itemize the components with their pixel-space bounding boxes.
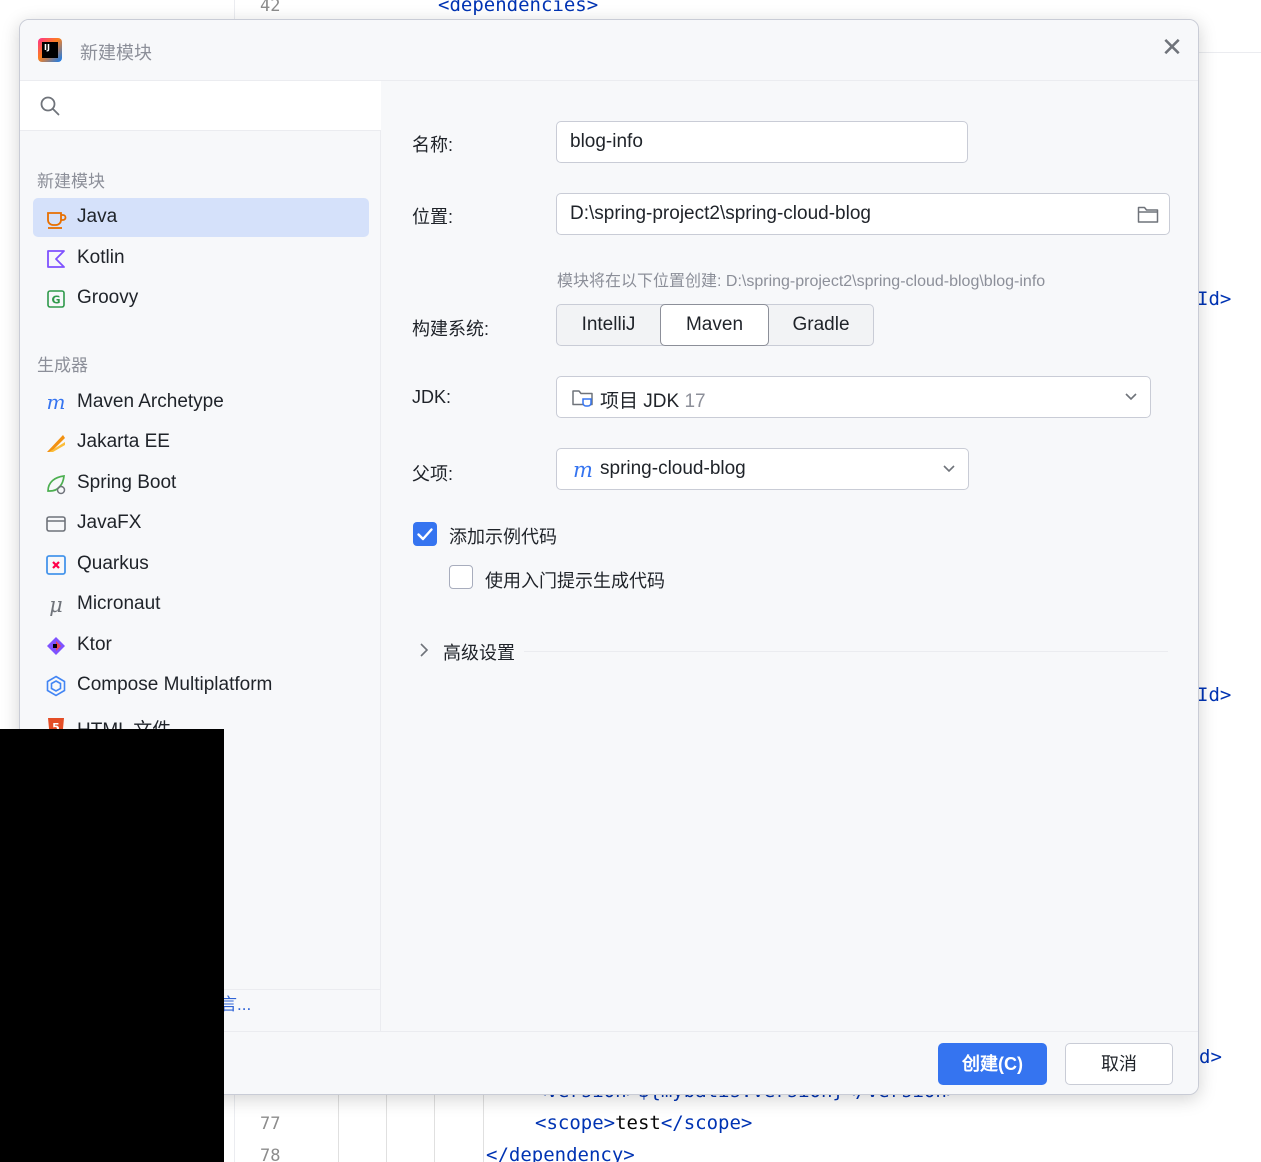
close-button[interactable]: ✕ — [1160, 35, 1184, 61]
dialog-titlebar[interactable]: IJ 新建模块 ✕ — [20, 20, 1198, 81]
code-line-77: <scope>test</scope> — [535, 1112, 753, 1134]
sidebar-item-label: Spring Boot — [77, 472, 177, 493]
jdk-label: JDK: — [412, 387, 452, 407]
sidebar-item-spring-boot[interactable]: Spring Boot — [33, 464, 369, 503]
jakarta-ee-icon — [47, 435, 65, 452]
svg-text:μ: μ — [49, 594, 63, 616]
module-settings-form: 名称: blog-info 位置: D:\spring-project2\spr… — [382, 81, 1198, 1031]
sidebar-item-label: JavaFX — [77, 512, 142, 533]
quarkus-icon — [46, 555, 66, 575]
build-system-selector: IntelliJ Maven Gradle — [556, 304, 874, 346]
advanced-settings-toggle[interactable]: 高级设置 — [443, 639, 515, 665]
jdk-folder-icon — [572, 390, 593, 407]
javafx-icon — [46, 516, 66, 532]
onboarding-tips-checkbox[interactable] — [449, 565, 473, 589]
name-label: 名称: — [412, 135, 454, 155]
sidebar-item-label: Micronaut — [77, 593, 161, 614]
search-input[interactable] — [20, 81, 381, 131]
sidebar-item-label: Maven Archetype — [77, 391, 224, 412]
indent-guide — [338, 1090, 339, 1162]
group-label-generators: 生成器 — [37, 356, 88, 375]
sidebar-item-quarkus[interactable]: Quarkus — [33, 545, 369, 584]
svg-text:G: G — [51, 294, 60, 307]
line-number-77: 77 — [260, 1114, 281, 1134]
code-fragment: Id> — [1197, 288, 1232, 310]
location-hint: 模块将在以下位置创建: D:\spring-project2\spring-cl… — [557, 273, 1046, 290]
code-line-78: </dependency> — [486, 1144, 635, 1162]
checkmark-icon — [417, 528, 433, 541]
sidebar-item-jakarta-ee[interactable]: Jakarta EE — [33, 423, 369, 462]
chevron-down-icon — [943, 465, 955, 473]
micronaut-icon: μ — [49, 594, 63, 616]
dialog-title: 新建模块 — [80, 43, 152, 63]
sidebar-item-java[interactable]: Java — [33, 198, 369, 237]
code-line-42: <dependencies> — [438, 0, 599, 16]
onboarding-tips-label[interactable]: 使用入门提示生成代码 — [485, 567, 665, 593]
group-label-new-module: 新建模块 — [37, 172, 105, 191]
kotlin-icon — [47, 250, 65, 268]
sidebar-item-ktor[interactable]: Ktor — [33, 626, 369, 665]
more-generators-link[interactable]: 言... — [220, 990, 251, 1015]
sidebar-item-javafx[interactable]: JavaFX — [33, 504, 369, 543]
search-icon — [40, 96, 60, 116]
location-label: 位置: — [412, 207, 454, 227]
parent-value: spring-cloud-blog — [600, 458, 746, 479]
sidebar-item-label: Groovy — [77, 287, 139, 308]
build-system-label: 构建系统: — [412, 319, 490, 339]
intellij-logo-icon: IJ — [38, 38, 62, 62]
maven-icon: m — [573, 459, 593, 481]
cancel-button[interactable]: 取消 — [1065, 1043, 1173, 1085]
sidebar-item-label: Quarkus — [77, 553, 149, 574]
build-option-maven[interactable]: Maven — [660, 304, 769, 346]
spring-boot-icon — [47, 475, 66, 495]
advanced-settings-divider — [524, 651, 1168, 652]
sample-code-label[interactable]: 添加示例代码 — [449, 523, 557, 549]
build-option-gradle[interactable]: Gradle — [769, 305, 873, 345]
groovy-icon: G — [47, 290, 65, 308]
ktor-icon — [47, 637, 65, 655]
redaction-block — [0, 729, 224, 1162]
sidebar-item-maven-archetype[interactable]: m Maven Archetype — [33, 383, 369, 422]
sidebar-item-label: Compose Multiplatform — [77, 674, 273, 695]
svg-text:m: m — [573, 459, 593, 481]
sidebar-item-groovy[interactable]: G Groovy — [33, 279, 369, 318]
maven-icon: m — [47, 392, 66, 414]
chevron-down-icon — [1125, 393, 1137, 401]
name-field[interactable]: blog-info — [556, 121, 968, 163]
sidebar-item-label: Jakarta EE — [77, 431, 170, 452]
sidebar-item-compose-multiplatform[interactable]: Compose Multiplatform — [33, 666, 369, 705]
sidebar-item-label: Kotlin — [77, 247, 125, 268]
indent-guide — [386, 1090, 387, 1162]
parent-dropdown[interactable]: m spring-cloud-blog — [556, 448, 969, 490]
indent-guide — [434, 1090, 435, 1162]
create-button[interactable]: 创建(C) — [938, 1043, 1047, 1085]
line-number-42: 42 — [260, 0, 281, 16]
svg-text:m: m — [47, 392, 66, 414]
indent-guide — [483, 1090, 484, 1162]
sidebar-item-label: Ktor — [77, 634, 112, 655]
code-fragment: Id> — [1197, 684, 1232, 706]
chevron-right-icon[interactable] — [418, 642, 430, 658]
jdk-dropdown[interactable]: 项目 JDK 17 — [556, 376, 1151, 418]
jdk-value: 项目 JDK 17 — [600, 391, 706, 412]
editor-divider — [1199, 52, 1261, 53]
sidebar-item-kotlin[interactable]: Kotlin — [33, 239, 369, 278]
code-fragment: d> — [1199, 1046, 1222, 1068]
sidebar-item-label: Java — [77, 206, 118, 227]
sidebar-item-micronaut[interactable]: μ Micronaut — [33, 585, 369, 624]
folder-icon[interactable] — [1137, 204, 1159, 224]
build-option-intellij[interactable]: IntelliJ — [557, 305, 660, 345]
java-icon — [47, 212, 67, 229]
compose-icon — [46, 675, 66, 697]
location-field[interactable]: D:\spring-project2\spring-cloud-blog — [556, 193, 1170, 235]
line-number-78: 78 — [260, 1146, 281, 1162]
sample-code-checkbox[interactable] — [413, 522, 437, 546]
location-value: D:\spring-project2\spring-cloud-blog — [570, 203, 871, 224]
parent-label: 父项: — [412, 464, 454, 484]
